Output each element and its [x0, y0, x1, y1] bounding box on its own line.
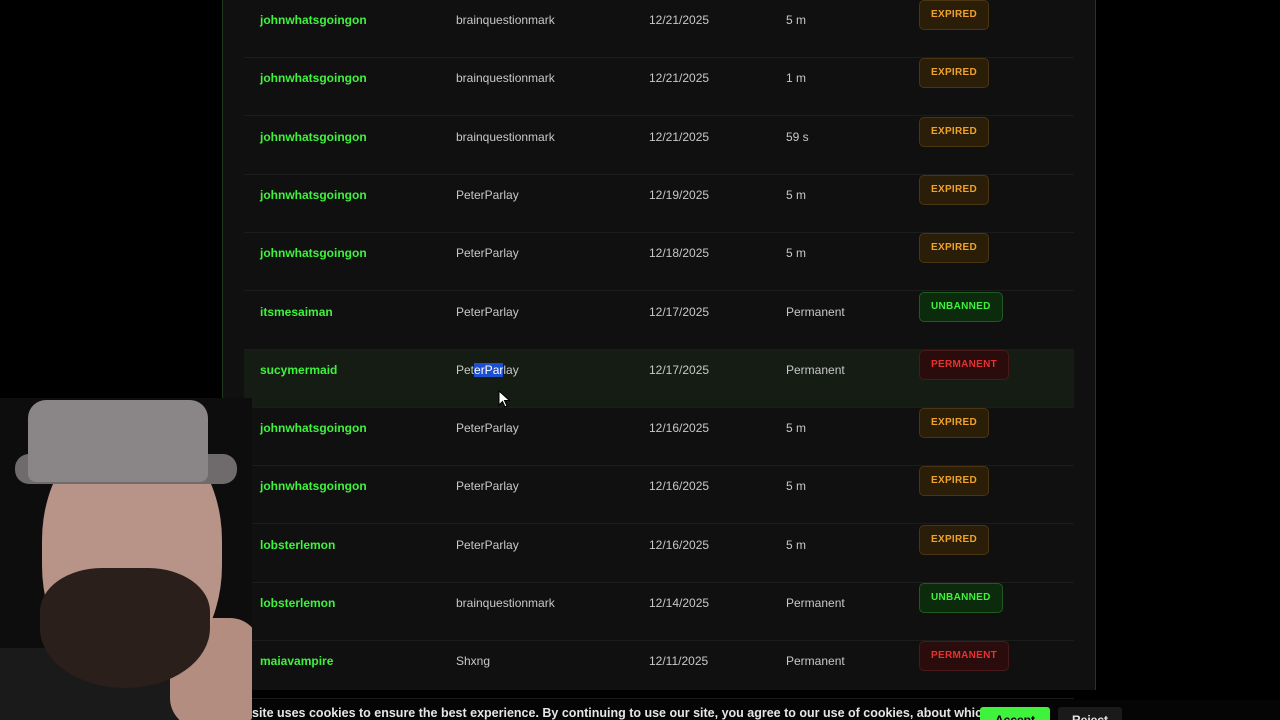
status-badge: UNBANNED	[919, 583, 1003, 613]
ban-duration: 59 s	[786, 129, 809, 144]
ban-duration: 5 m	[786, 537, 807, 552]
banned-user-link[interactable]: johnwhatsgoingon	[260, 466, 367, 506]
moderator-name: PeterParlay	[456, 187, 519, 202]
ban-duration: 5 m	[786, 479, 807, 494]
banned-user-link[interactable]: sucymermaid	[260, 350, 337, 390]
accept-cookies-button[interactable]: Accept	[980, 707, 1050, 720]
moderator-name: PeterParlay	[456, 246, 519, 261]
banned-user-link[interactable]: lobsterlemon	[260, 583, 335, 623]
status-badge: EXPIRED	[919, 116, 990, 147]
table-row: itsmesaiman PeterParlay 12/17/2025 Perma…	[244, 291, 1074, 350]
moderator-name: PeterParlay	[456, 537, 519, 552]
status-badge: EXPIRED	[919, 174, 990, 205]
ban-date: 12/17/2025	[649, 362, 710, 377]
moderator-name: brainquestionmark	[456, 129, 555, 144]
ban-date: 12/19/2025	[649, 187, 710, 202]
ban-duration: 1 m	[786, 71, 807, 86]
banned-user-link[interactable]: johnwhatsgoingon	[260, 0, 367, 40]
ban-duration: Permanent	[786, 304, 845, 319]
streamer-webcam-overlay	[0, 398, 252, 720]
selected-text: erPar	[474, 362, 504, 377]
webcam-beard	[40, 568, 210, 688]
ban-duration: 5 m	[786, 187, 807, 202]
table-row: johnwhatsgoingon PeterParlay 12/18/2025 …	[244, 233, 1074, 292]
ban-date: 12/16/2025	[649, 479, 710, 494]
cookie-banner-text: site uses cookies to ensure the best exp…	[252, 706, 1041, 720]
moderator-name: Shxng	[456, 654, 491, 669]
mouse-pointer-icon	[498, 390, 511, 408]
table-row: lobsterlemon PeterParlay 12/16/2025 5 m …	[244, 524, 1074, 583]
status-badge: EXPIRED	[919, 466, 990, 497]
table-row: johnwhatsgoingon brainquestionmark 12/21…	[244, 58, 1074, 117]
ban-date: 12/21/2025	[649, 129, 710, 144]
table-row: johnwhatsgoingon PeterParlay 12/16/2025 …	[244, 408, 1074, 467]
ban-date: 12/16/2025	[649, 537, 710, 552]
moderator-name-part: lay	[503, 362, 519, 377]
moderator-name: brainquestionmark	[456, 13, 555, 27]
moderator-name: PeterParlay	[456, 350, 519, 390]
ban-duration: 5 m	[786, 421, 807, 436]
ban-duration: Permanent	[786, 596, 845, 610]
table-row: johnwhatsgoingon brainquestionmark 12/21…	[244, 116, 1074, 175]
reject-cookies-button[interactable]: Reject	[1058, 707, 1122, 720]
moderator-name: PeterParlay	[456, 304, 519, 319]
ban-duration: 5 m	[786, 13, 807, 27]
banned-user-link[interactable]: johnwhatsgoingon	[260, 233, 367, 273]
status-badge: EXPIRED	[919, 0, 990, 30]
ban-duration: Permanent	[786, 362, 845, 377]
moderator-name: PeterParlay	[456, 479, 519, 494]
status-badge: EXPIRED	[919, 233, 990, 264]
status-badge: EXPIRED	[919, 58, 990, 89]
moderator-name: brainquestionmark	[456, 71, 555, 86]
banned-user-link[interactable]: itsmesaiman	[260, 292, 333, 332]
moderator-name-part: Pet	[456, 362, 475, 377]
ban-date: 12/11/2025	[649, 654, 709, 669]
moderator-name: brainquestionmark	[456, 596, 555, 610]
table-row: lobsterlemon brainquestionmark 12/14/202…	[244, 583, 1074, 641]
ban-date: 12/14/2025	[649, 596, 710, 610]
ban-duration: Permanent	[786, 654, 845, 669]
moderator-name: PeterParlay	[456, 421, 519, 436]
table-row: maiavampire Shxng 12/11/2025 Permanent P…	[244, 641, 1074, 700]
banned-user-link[interactable]: lobsterlemon	[260, 525, 335, 565]
banned-user-link[interactable]: johnwhatsgoingon	[260, 175, 367, 215]
banned-user-link[interactable]: johnwhatsgoingon	[260, 117, 367, 157]
ban-date: 12/21/2025	[649, 13, 710, 27]
ban-duration: 5 m	[786, 246, 807, 261]
banned-user-link[interactable]: johnwhatsgoingon	[260, 408, 367, 448]
ban-date: 12/18/2025	[649, 246, 710, 261]
banned-user-link[interactable]: johnwhatsgoingon	[260, 58, 367, 98]
status-badge: UNBANNED	[919, 291, 1003, 322]
cookie-banner: site uses cookies to ensure the best exp…	[252, 700, 1280, 720]
status-badge: EXPIRED	[919, 524, 990, 555]
table-row: johnwhatsgoingon brainquestionmark 12/21…	[244, 0, 1074, 58]
ban-date: 12/17/2025	[649, 304, 710, 319]
status-badge: PERMANENT	[919, 641, 1010, 672]
status-badge: PERMANENT	[919, 349, 1010, 380]
ban-date: 12/21/2025	[649, 71, 710, 86]
table-row: johnwhatsgoingon PeterParlay 12/16/2025 …	[244, 466, 1074, 525]
status-badge: EXPIRED	[919, 408, 990, 439]
webcam-hat	[28, 400, 208, 482]
table-row-hovered: sucymermaid PeterParlay 12/17/2025 Perma…	[244, 349, 1074, 408]
ban-date: 12/16/2025	[649, 421, 710, 436]
banned-user-link[interactable]: maiavampire	[260, 641, 333, 681]
table-row: johnwhatsgoingon PeterParlay 12/19/2025 …	[244, 174, 1074, 233]
